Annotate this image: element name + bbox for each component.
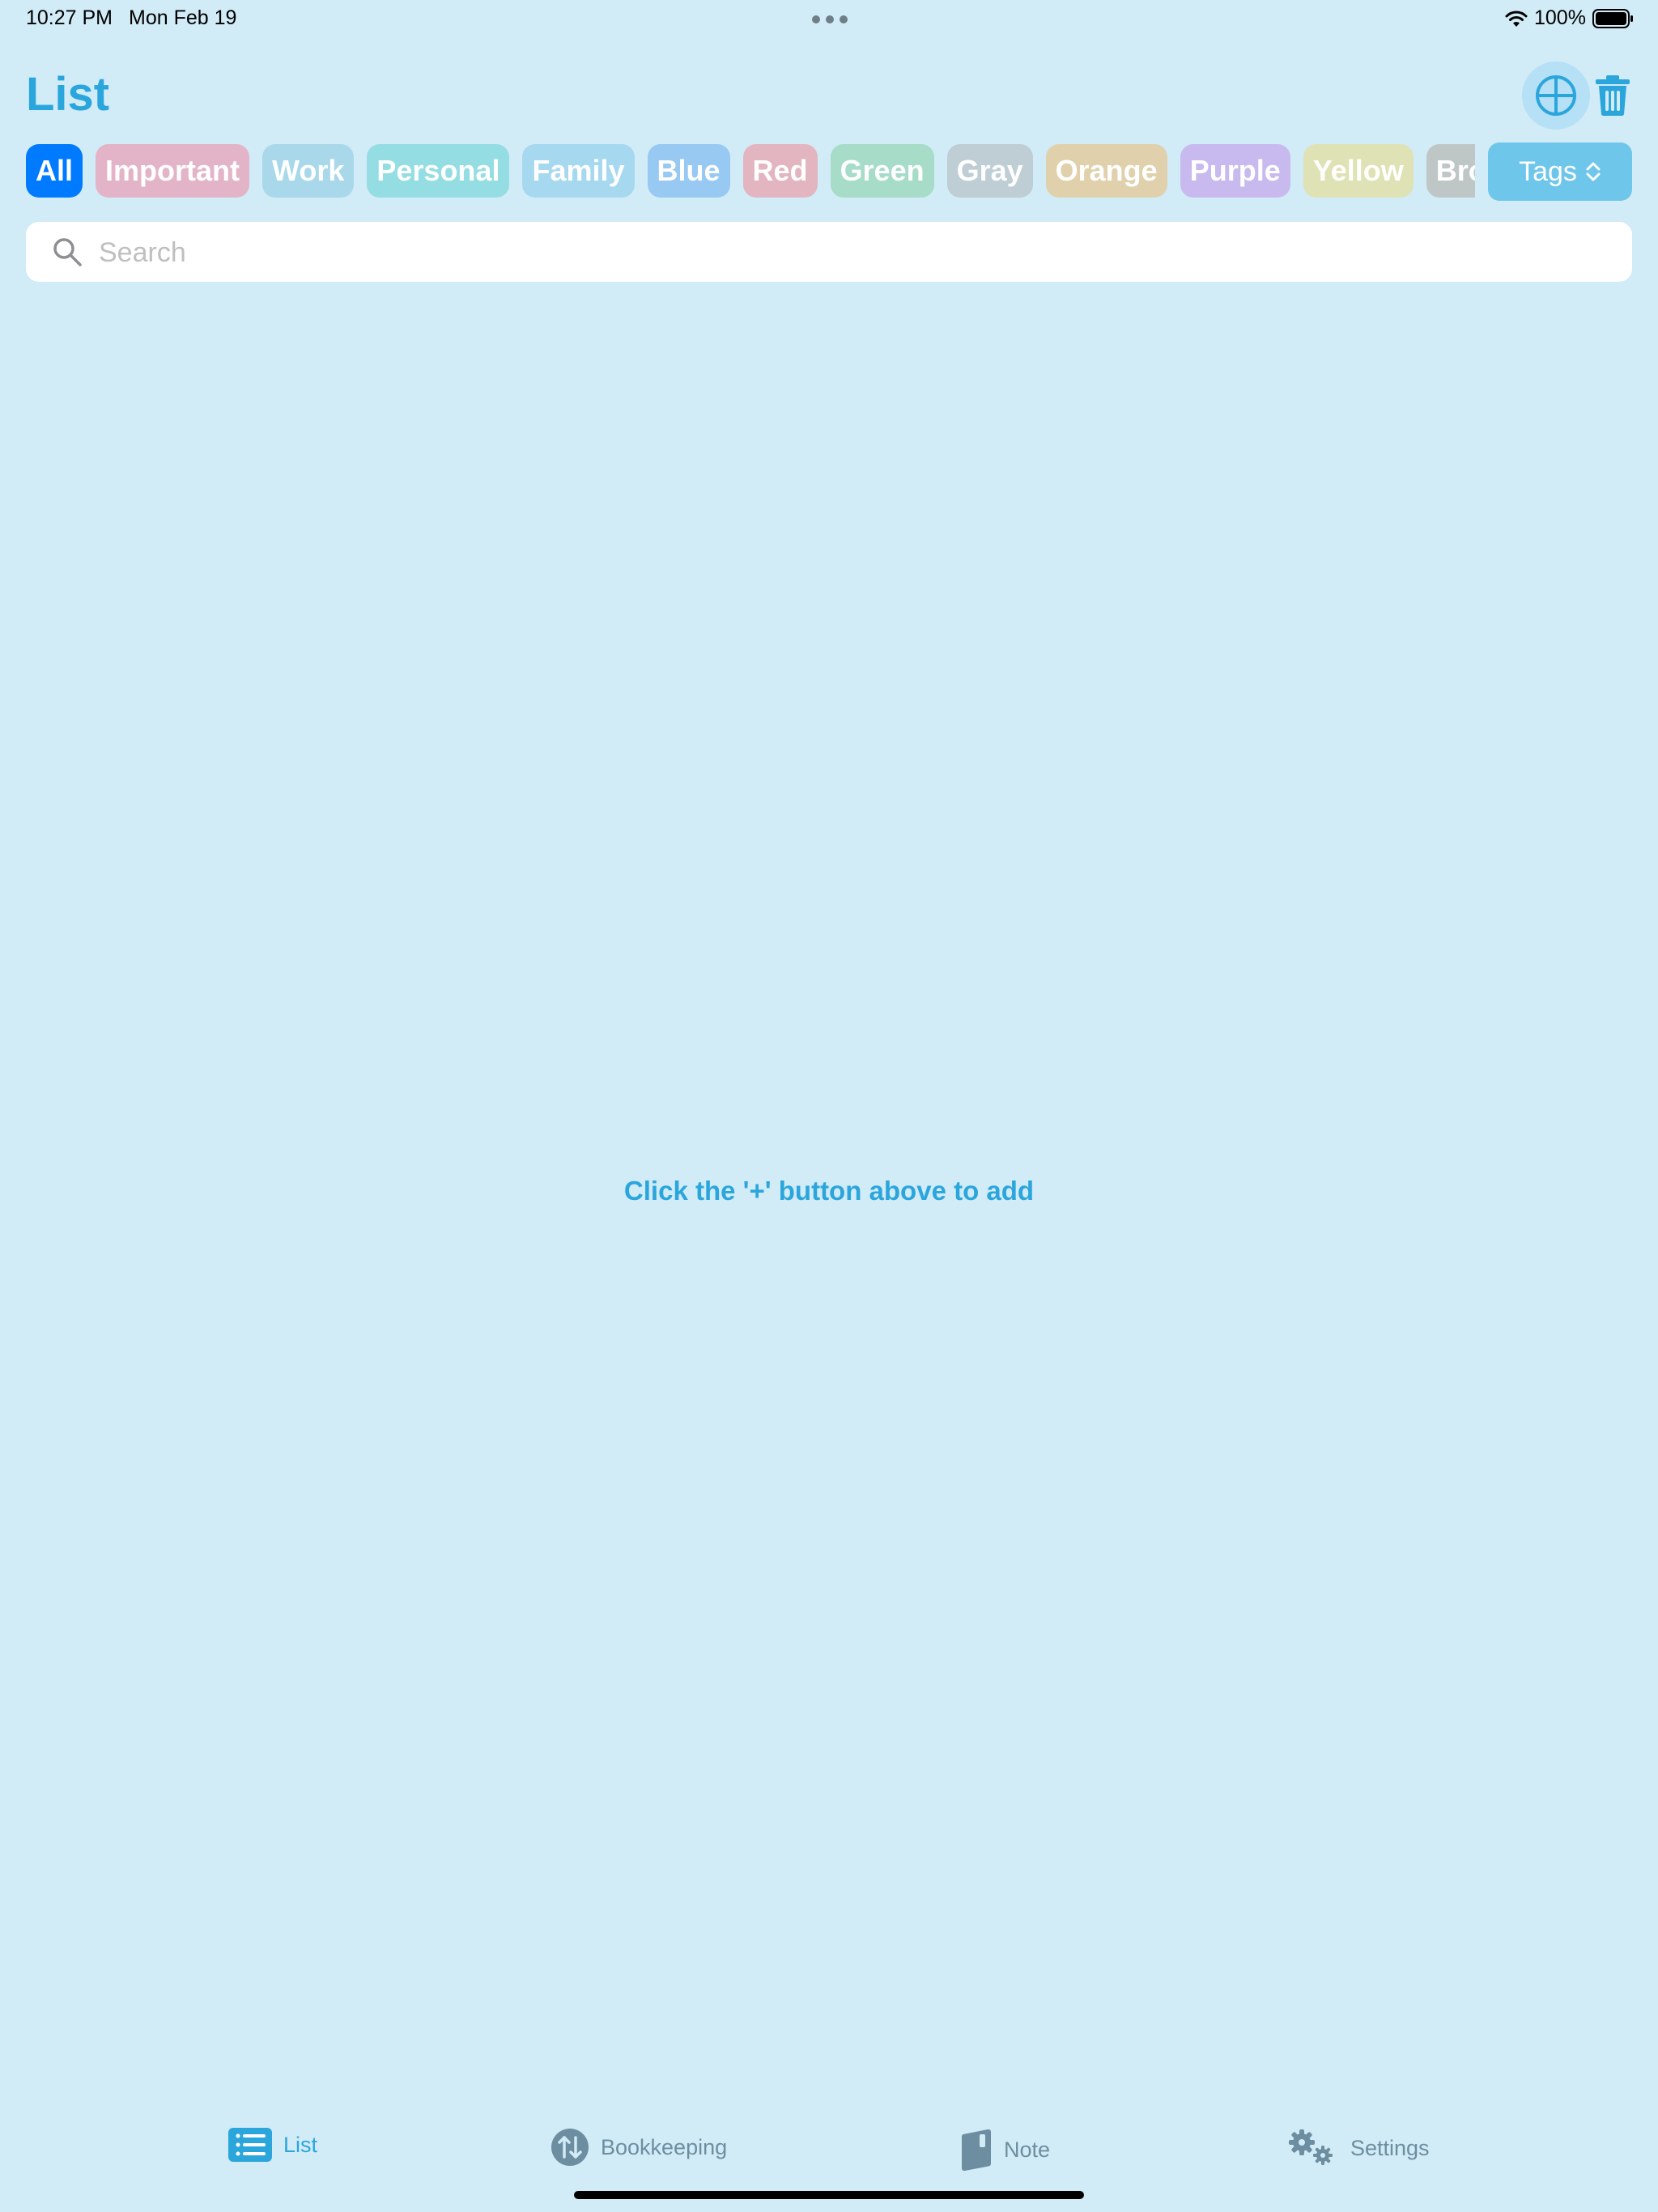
tab-settings-label: Settings bbox=[1350, 2135, 1430, 2160]
tag-chip-gray[interactable]: Gray bbox=[946, 144, 1033, 198]
tag-chip-all[interactable]: All bbox=[26, 144, 83, 198]
chevron-up-down-icon bbox=[1586, 162, 1601, 181]
tag-chip-family[interactable]: Family bbox=[522, 144, 635, 198]
status-time: 10:27 PM bbox=[26, 6, 113, 29]
search-bar[interactable] bbox=[26, 222, 1632, 283]
search-icon bbox=[53, 238, 82, 266]
tab-bar: List Bookkeeping Note Settings bbox=[0, 2121, 1658, 2178]
status-date: Mon Feb 19 bbox=[129, 6, 237, 29]
tab-list-label: List bbox=[283, 2132, 318, 2157]
tag-chip-bro[interactable]: Bro bbox=[1426, 144, 1475, 198]
tags-button-label: Tags bbox=[1519, 155, 1577, 187]
add-button[interactable] bbox=[1522, 62, 1590, 130]
note-icon bbox=[962, 2129, 991, 2172]
tag-chip-personal[interactable]: Personal bbox=[367, 144, 510, 198]
tab-note[interactable]: Note bbox=[960, 2128, 1050, 2172]
tag-chip-work[interactable]: Work bbox=[262, 144, 355, 198]
tag-filter-strip[interactable]: All Important Work Personal Family Blue Red Gre… bbox=[26, 144, 1475, 199]
tag-chip-important[interactable]: Important bbox=[96, 144, 250, 198]
tag-chip-purple[interactable]: Purple bbox=[1180, 144, 1290, 198]
gear-icon bbox=[1289, 2129, 1333, 2165]
home-indicator[interactable] bbox=[574, 2191, 1084, 2199]
tags-dropdown-button[interactable]: Tags bbox=[1488, 143, 1632, 201]
page-title: List bbox=[26, 68, 110, 121]
tab-note-label: Note bbox=[1004, 2137, 1051, 2162]
tag-chip-blue[interactable]: Blue bbox=[647, 144, 730, 198]
tab-list[interactable]: List bbox=[228, 2128, 317, 2162]
tag-chip-orange[interactable]: Orange bbox=[1045, 144, 1167, 198]
plus-icon bbox=[1536, 75, 1576, 116]
wifi-icon bbox=[1505, 11, 1528, 27]
bookkeeping-icon bbox=[551, 2129, 589, 2166]
empty-state-message: Click the '+' button above to add bbox=[623, 1176, 1035, 1206]
tab-bookkeeping-label: Bookkeeping bbox=[601, 2134, 728, 2159]
search-input[interactable] bbox=[97, 222, 1606, 283]
tab-bookkeeping[interactable]: Bookkeeping bbox=[551, 2128, 727, 2167]
status-bar: 10:27 PM Mon Feb 19 100% bbox=[0, 0, 1658, 39]
multitask-dots-icon[interactable] bbox=[812, 15, 848, 23]
trash-icon[interactable] bbox=[1595, 74, 1630, 117]
tab-settings[interactable]: Settings bbox=[1286, 2128, 1430, 2168]
battery-icon bbox=[1592, 9, 1633, 28]
battery-percentage: 100% bbox=[1534, 6, 1586, 29]
tag-chip-red[interactable]: Red bbox=[742, 144, 818, 198]
tag-chip-green[interactable]: Green bbox=[830, 144, 934, 198]
tag-chip-yellow[interactable]: Yellow bbox=[1303, 144, 1414, 198]
list-icon bbox=[228, 2128, 272, 2162]
